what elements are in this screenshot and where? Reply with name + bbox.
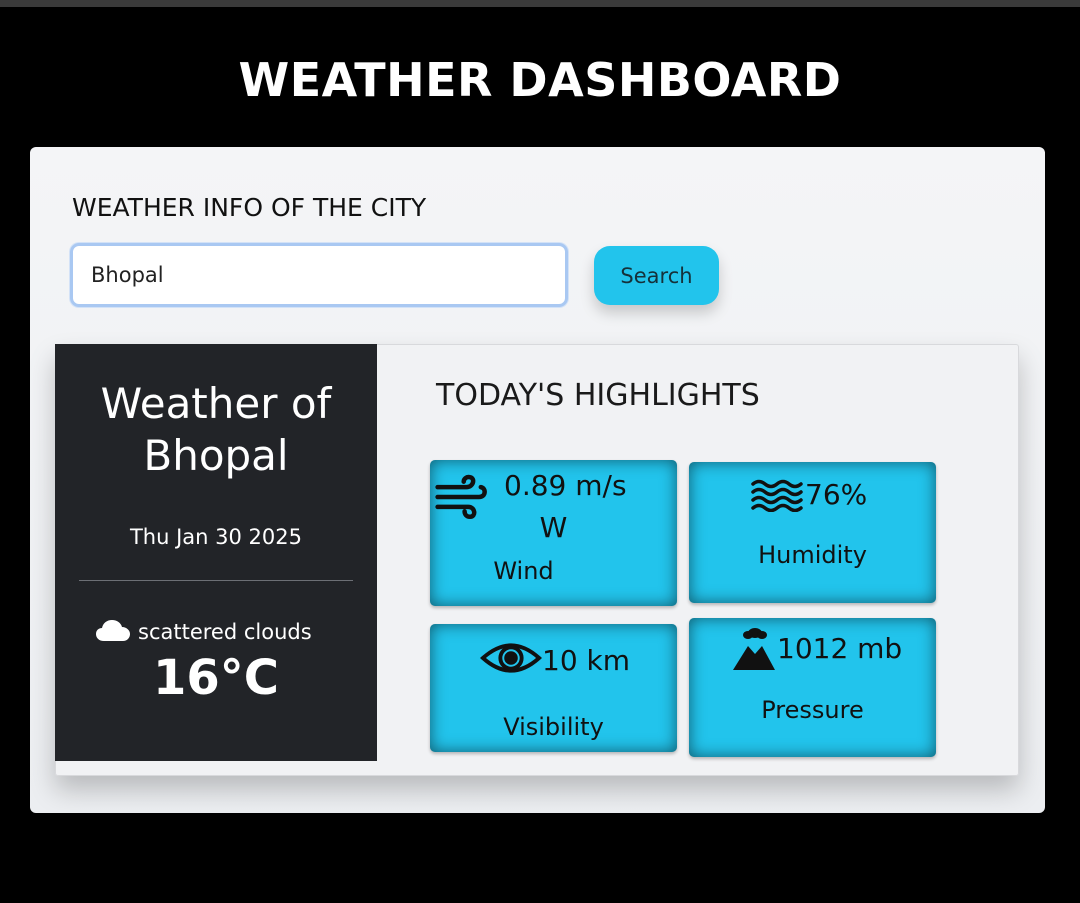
city-name: Bhopal bbox=[143, 431, 289, 480]
wind-label: Wind bbox=[493, 557, 554, 585]
condition-row: scattered clouds bbox=[95, 618, 375, 648]
pressure-card: 1012 mb Pressure bbox=[689, 618, 936, 757]
visibility-card: 10 km Visibility bbox=[430, 624, 677, 752]
page-title: WEATHER DASHBOARD bbox=[238, 53, 842, 107]
divider bbox=[79, 580, 353, 581]
weather-title-prefix: Weather of bbox=[100, 379, 332, 428]
pressure-value: 1012 mb bbox=[777, 632, 903, 665]
humidity-value: 76% bbox=[805, 478, 868, 511]
current-date: Thu Jan 30 2025 bbox=[129, 525, 302, 549]
visibility-label: Visibility bbox=[503, 713, 604, 741]
highlights-title: TODAY'S HIGHLIGHTS bbox=[436, 378, 760, 413]
wind-speed: 0.89 m/s bbox=[504, 469, 627, 502]
wind-direction: W bbox=[539, 511, 568, 544]
visibility-value: 10 km bbox=[542, 644, 631, 677]
volcano-icon bbox=[733, 628, 775, 670]
water-waves-icon bbox=[751, 479, 803, 512]
cloud-icon bbox=[96, 620, 130, 641]
eye-icon bbox=[480, 643, 542, 673]
temperature: 16°C bbox=[152, 650, 280, 706]
weather-title: Weather of Bhopal bbox=[55, 378, 377, 482]
condition-text: scattered clouds bbox=[138, 620, 312, 644]
city-search-input[interactable] bbox=[70, 243, 568, 307]
humidity-card: 76% Humidity bbox=[689, 462, 936, 603]
wind-card: 0.89 m/s W Wind bbox=[430, 460, 677, 606]
search-button[interactable]: Search bbox=[594, 246, 719, 305]
top-border bbox=[0, 0, 1080, 7]
humidity-label: Humidity bbox=[758, 541, 867, 569]
pressure-label: Pressure bbox=[761, 696, 864, 724]
current-weather-card: Weather of Bhopal Thu Jan 30 2025 scatte… bbox=[55, 344, 377, 761]
search-heading: WEATHER INFO OF THE CITY bbox=[72, 193, 427, 222]
